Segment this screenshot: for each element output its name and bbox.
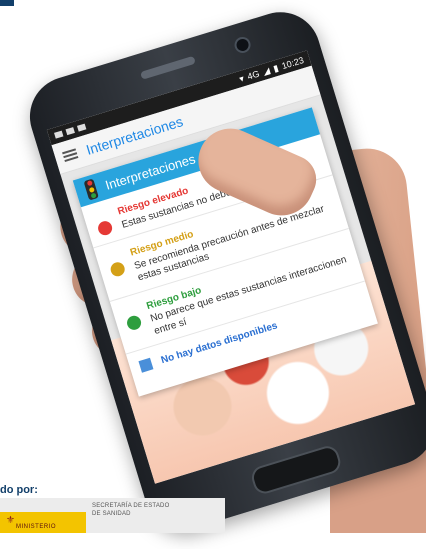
risk-low-dot <box>125 313 143 332</box>
ministry-name: MINISTERIO <box>16 524 57 530</box>
ministry-logo: ⚜ MINISTERIO <box>0 512 86 533</box>
traffic-light-icon <box>83 178 99 201</box>
phone-screen: ▾ 4G ◢ ▮ 10:23 Interpretaciones Interpre… <box>46 50 416 484</box>
network-label: 4G <box>246 68 261 82</box>
no-data-square <box>138 357 154 373</box>
coat-of-arms-icon: ⚜ <box>6 515 15 526</box>
corner-mark <box>0 0 14 6</box>
ministry-logo-box: ⚜ MINISTERIO SECRETARÍA DE ESTADO DE SAN… <box>0 498 225 533</box>
signal-icon: ◢ <box>261 64 271 77</box>
secretaria-line1: SECRETARÍA DE ESTADO <box>92 503 170 509</box>
phone-device: ▾ 4G ◢ ▮ 10:23 Interpretaciones Interpre… <box>20 2 426 549</box>
risk-high-dot <box>96 219 114 237</box>
battery-icon: ▮ <box>271 62 280 74</box>
wifi-icon: ▾ <box>237 72 246 84</box>
menu-icon[interactable] <box>62 148 79 162</box>
secretaria-line2: DE SANIDAD <box>92 511 131 517</box>
risk-medium-dot <box>108 260 127 279</box>
credit-label: do por: <box>0 484 38 496</box>
